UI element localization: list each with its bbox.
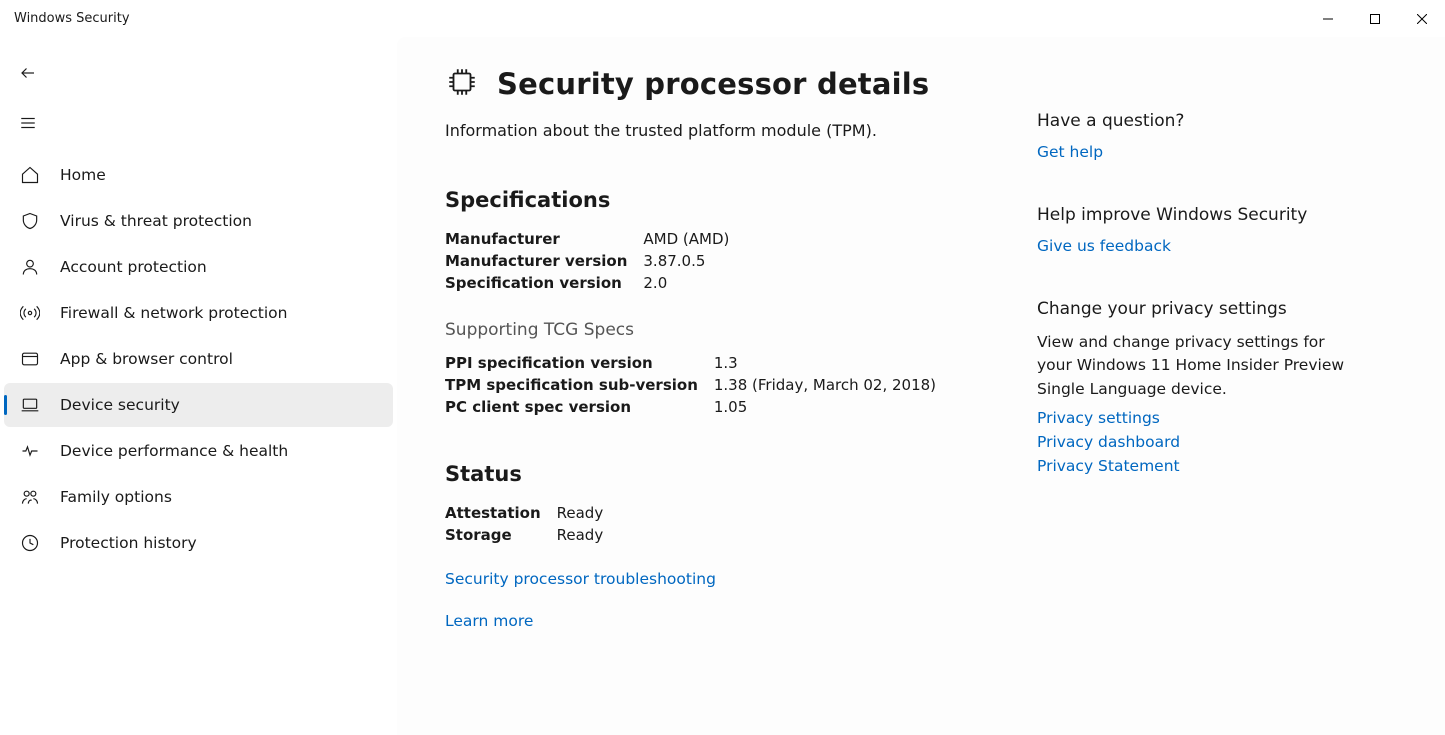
- sidebar-item-appbrowser[interactable]: App & browser control: [4, 337, 393, 381]
- sidebar-item-account[interactable]: Account protection: [4, 245, 393, 289]
- titlebar: Windows Security: [0, 0, 1445, 37]
- learn-more-link[interactable]: Learn more: [445, 612, 1007, 630]
- status-heading: Status: [445, 462, 1007, 486]
- question-heading: Have a question?: [1037, 111, 1347, 131]
- sidebar-item-label: Device performance & health: [60, 442, 288, 460]
- privacy-heading: Change your privacy settings: [1037, 299, 1347, 319]
- improve-heading: Help improve Windows Security: [1037, 205, 1347, 225]
- family-icon: [18, 485, 42, 509]
- sidebar-item-label: Device security: [60, 396, 180, 414]
- sidebar-item-label: App & browser control: [60, 350, 233, 368]
- window-icon: [18, 347, 42, 371]
- sidebar-item-virus[interactable]: Virus & threat protection: [4, 199, 393, 243]
- spec-row: ManufacturerAMD (AMD): [445, 228, 729, 250]
- hamburger-button[interactable]: [8, 105, 48, 141]
- sidebar-item-label: Virus & threat protection: [60, 212, 252, 230]
- spec-row: Manufacturer version3.87.0.5: [445, 250, 729, 272]
- spec-row: PC client spec version1.05: [445, 396, 936, 418]
- back-button[interactable]: [8, 55, 48, 91]
- sidebar-item-firewall[interactable]: Firewall & network protection: [4, 291, 393, 335]
- privacy-statement-link[interactable]: Privacy Statement: [1037, 457, 1347, 475]
- history-icon: [18, 531, 42, 555]
- home-icon: [18, 163, 42, 187]
- get-help-link[interactable]: Get help: [1037, 143, 1347, 161]
- sidebar-item-label: Home: [60, 166, 106, 184]
- tcg-heading: Supporting TCG Specs: [445, 320, 1007, 340]
- person-icon: [18, 255, 42, 279]
- minimize-button[interactable]: [1304, 0, 1351, 37]
- status-table: AttestationReady StorageReady: [445, 502, 603, 546]
- maximize-button[interactable]: [1351, 0, 1398, 37]
- tcg-table: PPI specification version1.3 TPM specifi…: [445, 352, 936, 418]
- status-row: AttestationReady: [445, 502, 603, 524]
- spec-row: PPI specification version1.3: [445, 352, 936, 374]
- sidebar-item-label: Family options: [60, 488, 172, 506]
- close-button[interactable]: [1398, 0, 1445, 37]
- sidebar-item-history[interactable]: Protection history: [4, 521, 393, 565]
- page-title: Security processor details: [497, 67, 929, 101]
- spec-row: TPM specification sub-version1.38 (Frida…: [445, 374, 936, 396]
- privacy-description: View and change privacy settings for you…: [1037, 331, 1347, 401]
- antenna-icon: [18, 301, 42, 325]
- content-area: Security processor details Information a…: [397, 37, 1445, 735]
- laptop-icon: [18, 393, 42, 417]
- sidebar-item-family[interactable]: Family options: [4, 475, 393, 519]
- feedback-link[interactable]: Give us feedback: [1037, 237, 1347, 255]
- privacy-dashboard-link[interactable]: Privacy dashboard: [1037, 433, 1347, 451]
- shield-icon: [18, 209, 42, 233]
- chip-icon: [445, 65, 479, 103]
- sidebar-item-home[interactable]: Home: [4, 153, 393, 197]
- page-subtitle: Information about the trusted platform m…: [445, 121, 1007, 140]
- spec-row: Specification version2.0: [445, 272, 729, 294]
- sidebar-item-performance[interactable]: Device performance & health: [4, 429, 393, 473]
- window-title: Windows Security: [14, 11, 1304, 26]
- status-row: StorageReady: [445, 524, 603, 546]
- heart-rate-icon: [18, 439, 42, 463]
- troubleshooting-link[interactable]: Security processor troubleshooting: [445, 570, 1007, 588]
- sidebar-item-device-security[interactable]: Device security: [4, 383, 393, 427]
- sidebar: Home Virus & threat protection Account p…: [0, 37, 397, 735]
- sidebar-item-label: Protection history: [60, 534, 197, 552]
- specifications-table: ManufacturerAMD (AMD) Manufacturer versi…: [445, 228, 729, 294]
- privacy-settings-link[interactable]: Privacy settings: [1037, 409, 1347, 427]
- specifications-heading: Specifications: [445, 188, 1007, 212]
- sidebar-item-label: Account protection: [60, 258, 207, 276]
- sidebar-item-label: Firewall & network protection: [60, 304, 287, 322]
